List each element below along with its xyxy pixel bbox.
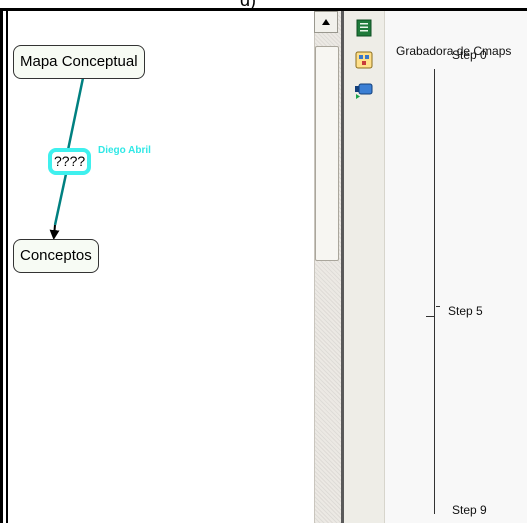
step-label-0[interactable]: Step 0	[452, 48, 487, 62]
step-label-5[interactable]: Step 5	[448, 304, 483, 318]
concept-node-mapa-conceptual[interactable]: Mapa Conceptual	[13, 45, 145, 79]
scrollbar-thumb[interactable]	[315, 46, 339, 261]
recorder-icon[interactable]	[354, 80, 374, 100]
author-label: Diego Abril	[98, 145, 151, 156]
timeline-current-marker[interactable]	[426, 316, 435, 317]
notes-icon[interactable]	[354, 18, 374, 38]
step-label-9[interactable]: Step 9	[452, 503, 487, 517]
arrow-up-icon	[322, 19, 330, 25]
recorder-panel	[385, 11, 527, 523]
link-line-lower[interactable]	[53, 173, 68, 226]
linking-phrase[interactable]: ????	[48, 148, 92, 175]
timeline-tick	[436, 306, 440, 307]
link-arrow	[49, 224, 60, 240]
map-structure-icon[interactable]	[354, 50, 374, 70]
recorder-timeline[interactable]	[434, 69, 435, 514]
scroll-up-button[interactable]	[314, 11, 338, 33]
concept-node-conceptos[interactable]: Conceptos	[13, 239, 99, 273]
link-line-upper[interactable]	[66, 77, 85, 151]
